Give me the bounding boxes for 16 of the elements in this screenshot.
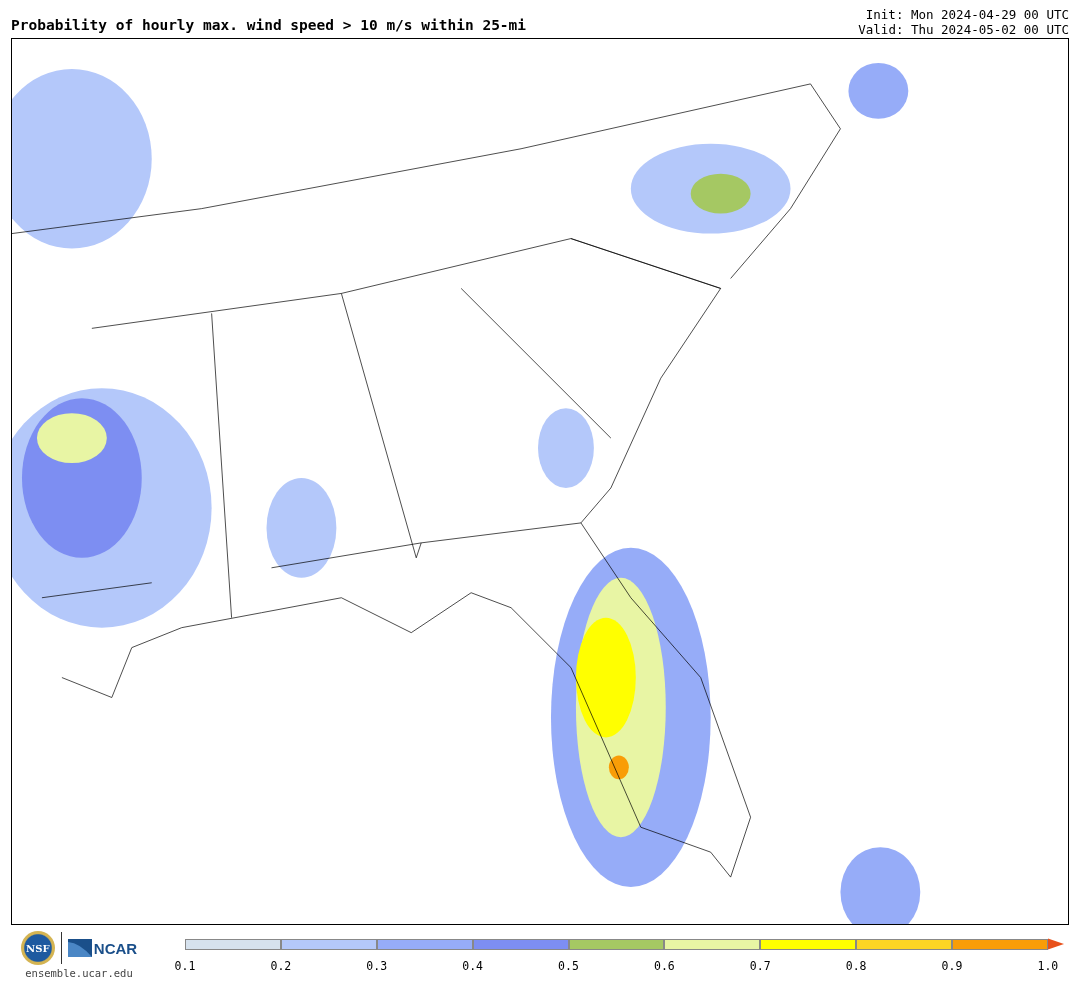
colorbar-tick-label: 0.1 [173,959,197,973]
colorbar-tick-label: 0.8 [844,959,868,973]
colorbar-tick-label: 0.4 [461,959,484,973]
colorbar-tick-label: 0.7 [748,959,772,973]
colorbar-tick-label: 0.9 [940,959,964,973]
chart-title: Probability of hourly max. wind speed > 10 m/s within 25-mi [11,17,527,35]
website-url: ensemble.ucar.edu [25,967,133,979]
valid-time: Valid: Thu 2024-05-02 00 UTC [858,22,1069,37]
colorbar-tick-label: 0.3 [365,959,389,973]
colorbar-tick-label: 0.2 [269,959,293,973]
ncar-logo: NCAR [67,939,138,957]
colorbar-tick-label: 0.5 [557,959,580,973]
init-time: Init: Mon 2024-04-29 00 UTC [865,7,1069,22]
nsf-logo: NSF [20,931,55,965]
colorbar-tick-label: 0.6 [653,959,676,973]
colorbar-tick-label: 1.0 [1036,959,1060,973]
